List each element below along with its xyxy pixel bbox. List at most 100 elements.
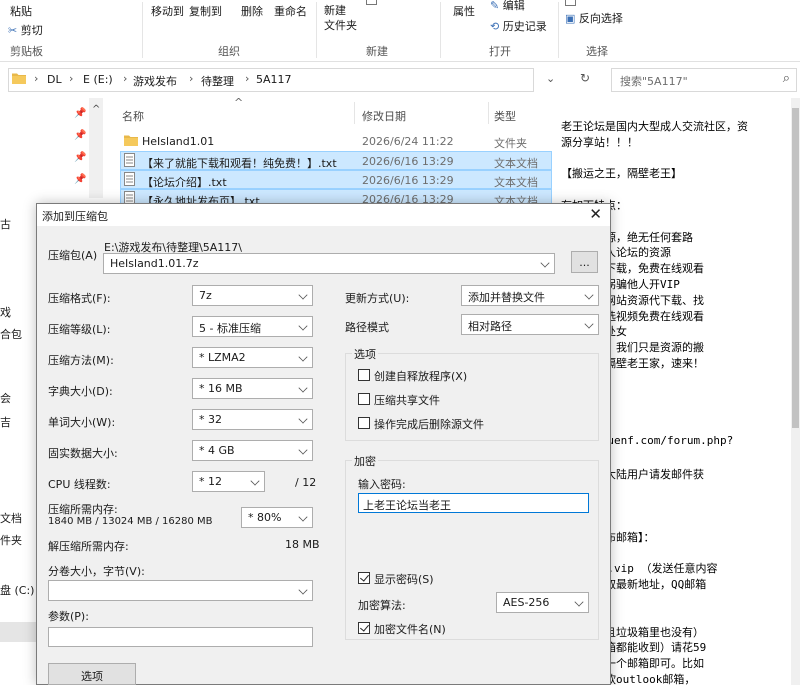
ribbon: 粘贴 ✂ 剪切 剪贴板 移动到 复制到 删除 重命名 组织 新建 文件夹 新建 … — [0, 0, 800, 62]
new-item-checkbox[interactable] — [366, 0, 380, 7]
address-bar: › DL › E (E:) › 游戏发布 › 待整理 › 5A117 ⌄ ↻ 搜… — [0, 62, 800, 98]
column-header-date[interactable]: 修改日期 — [362, 108, 406, 124]
encryption-method-label: 加密算法: — [358, 599, 406, 612]
chevron-down-icon — [298, 512, 308, 522]
volume-select[interactable] — [48, 580, 313, 601]
file-name: HeIsland1.01 — [142, 135, 215, 148]
encrypt-names-label: 加密文件名(N) — [374, 623, 446, 636]
breadcrumb-current[interactable]: 5A117 — [256, 73, 292, 86]
preview-scroll-thumb[interactable] — [792, 108, 799, 428]
breadcrumb-dl[interactable]: DL — [47, 73, 62, 86]
nav-item[interactable]: 件夹 — [0, 532, 22, 548]
checkbox[interactable] — [358, 369, 370, 381]
dialog-title: 添加到压缩包 — [42, 210, 108, 223]
pathmode-label: 路径模式 — [345, 321, 389, 334]
memory-percent-value: * 80% — [248, 511, 282, 524]
group-select: 选择 — [586, 45, 608, 58]
checkbox[interactable] — [358, 393, 370, 405]
checkbox[interactable] — [358, 417, 370, 429]
browse-label: ... — [579, 256, 590, 269]
nav-item[interactable]: 会 — [0, 390, 11, 406]
nav-item[interactable]: 文档 — [0, 510, 22, 526]
preview-line: 【搬运之王，隔壁老王】 — [561, 167, 682, 181]
memory-percent-select[interactable]: * 80% — [241, 507, 313, 528]
new-folder-button[interactable]: 新建 文件夹 — [324, 3, 357, 33]
file-row[interactable]: 【来了就能下载和观看！纯免费！】.txt 2026/6/16 13:29 文本文… — [120, 151, 552, 170]
ribbon-separator — [440, 2, 441, 58]
close-icon[interactable]: ✕ — [589, 205, 602, 223]
column-header-name[interactable]: 名称 — [122, 108, 144, 124]
archive-name-combo[interactable]: HeIsland1.01.7z — [103, 253, 555, 274]
edit-icon: ✎ — [490, 0, 500, 12]
breadcrumb-drive[interactable]: E (E:) — [83, 73, 113, 86]
column-header-type[interactable]: 类型 — [494, 108, 516, 124]
threads-select[interactable]: * 12 — [192, 471, 265, 492]
nav-item-selected[interactable] — [0, 622, 36, 642]
file-row[interactable]: 【论坛介绍】.txt 2026/6/16 13:29 文本文档 — [120, 170, 552, 189]
history-label: 历史记录 — [502, 20, 547, 33]
chevron-down-icon — [298, 321, 308, 331]
level-select[interactable]: 5 - 标准压缩 — [192, 316, 313, 337]
file-row[interactable]: HeIsland1.01 2026/6/24 11:22 文件夹 — [120, 132, 552, 151]
word-label: 单词大小(W): — [48, 416, 116, 429]
password-input[interactable]: 上老王论坛当老王 — [358, 493, 589, 513]
checkbox[interactable] — [358, 622, 370, 634]
chevron-down-icon — [574, 597, 584, 607]
cut-button[interactable]: ✂ 剪切 — [8, 22, 43, 38]
select-none-button[interactable] — [565, 0, 579, 8]
nav-item[interactable]: 古 — [0, 216, 11, 232]
delete-after-label: 操作完成后删除源文件 — [374, 418, 484, 431]
new-folder-label-2: 文件夹 — [324, 19, 357, 32]
copy-to-button[interactable]: 复制到 — [189, 3, 222, 19]
breadcrumb-pending[interactable]: 待整理 — [201, 73, 234, 89]
address-box[interactable]: › DL › E (E:) › 游戏发布 › 待整理 › 5A117 — [8, 68, 534, 92]
pathmode-select[interactable]: 相对路径 — [461, 314, 599, 335]
checkbox[interactable] — [358, 572, 370, 584]
history-button[interactable]: ⟲ 历史记录 — [490, 18, 547, 34]
method-select[interactable]: * LZMA2 — [192, 347, 313, 368]
nav-item[interactable]: 盘 (C:) — [0, 582, 34, 598]
word-value: * 32 — [199, 413, 222, 426]
edit-button[interactable]: ✎ 编辑 — [490, 0, 525, 13]
options-group-title: 选项 — [352, 346, 378, 362]
column-divider — [354, 102, 355, 124]
memory-decompress-label: 解压缩所需内存: — [48, 540, 129, 553]
search-input[interactable]: 搜索"5A117" ⌕ — [611, 68, 797, 92]
text-file-icon — [124, 172, 135, 189]
nav-item[interactable]: 合包 — [0, 326, 22, 342]
delete-button[interactable]: 删除 — [241, 3, 263, 19]
word-select[interactable]: * 32 — [192, 409, 313, 430]
chevron-up-icon[interactable]: ^ — [92, 104, 100, 115]
memory-compress-value: 1840 MB / 13024 MB / 16280 MB — [48, 516, 213, 527]
rename-button[interactable]: 重命名 — [274, 3, 307, 19]
memory-compress-label: 压缩所需内存: — [48, 503, 118, 516]
nav-item[interactable]: 吉 — [0, 414, 11, 430]
properties-button[interactable]: 属性 — [453, 3, 475, 19]
chevron-down-icon[interactable]: ⌄ — [546, 72, 555, 85]
encryption-group-title: 加密 — [352, 453, 378, 469]
dict-select[interactable]: * 16 MB — [192, 378, 313, 399]
refresh-icon[interactable]: ↻ — [580, 71, 590, 85]
method-value: * LZMA2 — [199, 351, 246, 364]
params-input[interactable] — [48, 627, 313, 647]
browse-button[interactable]: ... — [571, 251, 598, 273]
nav-item[interactable]: 戏 — [0, 304, 11, 320]
dict-value: * 16 MB — [199, 382, 243, 395]
breadcrumb-game-release[interactable]: 游戏发布 — [133, 73, 177, 89]
invert-selection-button[interactable]: ▣ 反向选择 — [565, 10, 623, 26]
pin-icon: 📌 — [74, 130, 87, 141]
chevron-down-icon — [298, 383, 308, 393]
dialog-titlebar[interactable]: 添加到压缩包 ✕ — [37, 204, 610, 226]
sfx-label: 创建自释放程序(X) — [374, 370, 468, 383]
threads-value: * 12 — [199, 475, 222, 488]
paste-button[interactable]: 粘贴 — [10, 3, 32, 19]
move-to-button[interactable]: 移动到 — [151, 3, 184, 19]
solid-select[interactable]: * 4 GB — [192, 440, 313, 461]
encryption-method-select[interactable]: AES-256 — [496, 592, 589, 613]
chevron-down-icon — [298, 352, 308, 362]
cut-label: 剪切 — [20, 24, 43, 37]
format-select[interactable]: 7z — [192, 285, 313, 306]
preview-scrollbar[interactable] — [791, 98, 800, 685]
options-button[interactable]: 选项 — [48, 663, 136, 685]
update-select[interactable]: 添加并替换文件 — [461, 285, 599, 306]
